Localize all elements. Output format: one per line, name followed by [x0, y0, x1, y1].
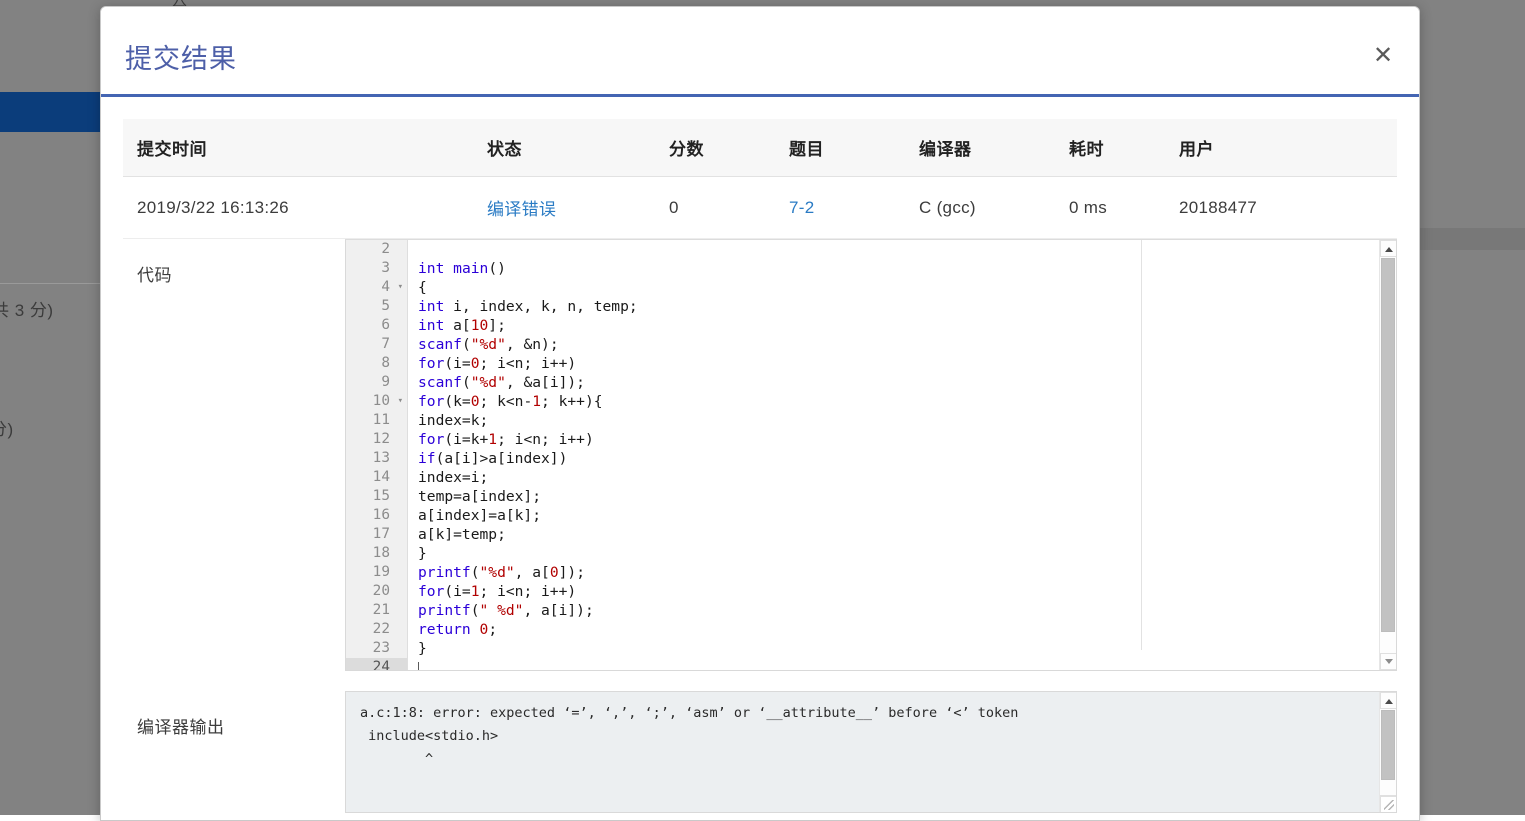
- line-number: 23: [346, 639, 407, 658]
- code-line: scanf("%d", &n);: [418, 335, 1396, 354]
- line-number: 24: [346, 658, 407, 671]
- col-user: 用户: [1165, 119, 1397, 177]
- line-number: 2: [346, 240, 407, 259]
- compiler-output-text: a.c:1:8: error: expected ‘=’, ‘,’, ‘;’, …: [346, 692, 1396, 781]
- code-line: a[k]=temp;: [418, 525, 1396, 544]
- table-row: 2019/3/22 16:13:26 编译错误 0 7-2 C (gcc) 0 …: [123, 177, 1397, 239]
- line-number: 6: [346, 316, 407, 335]
- code-line: for(i=0; i<n; i++): [418, 354, 1396, 373]
- code-line: a[index]=a[k];: [418, 506, 1396, 525]
- line-number: 9: [346, 373, 407, 392]
- cell-time-used: 0 ms: [1055, 177, 1165, 239]
- scroll-down-arrow-icon[interactable]: [1380, 653, 1397, 670]
- code-line: return 0;: [418, 620, 1396, 639]
- code-section-label: 代码: [123, 239, 345, 286]
- code-line: int i, index, k, n, temp;: [418, 297, 1396, 316]
- line-number: 4▾: [346, 278, 407, 297]
- line-number: 8: [346, 354, 407, 373]
- submission-table: 提交时间 状态 分数 题目 编译器 耗时 用户 2019/3/22 16:13:…: [123, 119, 1397, 239]
- section-spacer: [123, 671, 1397, 691]
- close-icon[interactable]: ✕: [1367, 41, 1397, 71]
- code-line: index=i;: [418, 468, 1396, 487]
- line-number: 3: [346, 259, 407, 278]
- code-line: for(i=1; i<n; i++): [418, 582, 1396, 601]
- code-line: }: [418, 544, 1396, 563]
- text-caret: [418, 662, 419, 671]
- line-number: 17: [346, 525, 407, 544]
- fold-toggle-icon[interactable]: ▾: [398, 278, 403, 297]
- code-line: [418, 240, 1396, 259]
- compiler-output-label: 编译器输出: [123, 691, 345, 738]
- code-line: index=k;: [418, 411, 1396, 430]
- code-line: for(i=k+1; i<n; i++): [418, 430, 1396, 449]
- line-number: 20: [346, 582, 407, 601]
- cell-submit-time: 2019/3/22 16:13:26: [123, 177, 473, 239]
- code-line: if(a[i]>a[index]): [418, 449, 1396, 468]
- line-number: 19: [346, 563, 407, 582]
- line-number: 18: [346, 544, 407, 563]
- cell-user: 20188477: [1165, 177, 1397, 239]
- fold-toggle-icon[interactable]: ▾: [398, 392, 403, 411]
- output-scroll-thumb[interactable]: [1381, 710, 1395, 780]
- code-section: 代码 234▾5678910▾1112131415161718192021222…: [123, 239, 1397, 671]
- resize-handle-icon[interactable]: [1380, 796, 1396, 812]
- modal-header: 提交结果 ✕: [101, 7, 1419, 94]
- scroll-up-arrow-icon[interactable]: [1380, 240, 1397, 257]
- table-header-row: 提交时间 状态 分数 题目 编译器 耗时 用户: [123, 119, 1397, 177]
- line-number: 7: [346, 335, 407, 354]
- modal-body: 提交时间 状态 分数 题目 编译器 耗时 用户 2019/3/22 16:13:…: [101, 119, 1419, 813]
- cell-compiler: C (gcc): [905, 177, 1055, 239]
- line-number: 10▾: [346, 392, 407, 411]
- compiler-output-section: 编译器输出 a.c:1:8: error: expected ‘=’, ‘,’,…: [123, 691, 1397, 813]
- line-number: 22: [346, 620, 407, 639]
- backdrop-fragment-score-1: 共 3 分): [0, 296, 54, 321]
- line-number: 12: [346, 430, 407, 449]
- col-status: 状态: [473, 119, 655, 177]
- header-accent-rule: [101, 94, 1419, 97]
- col-time-used: 耗时: [1055, 119, 1165, 177]
- cell-status: 编译错误: [473, 177, 655, 239]
- backdrop-fragment-score-2: 分): [0, 415, 14, 440]
- output-vertical-scrollbar[interactable]: [1379, 692, 1396, 812]
- code-line: scanf("%d", &a[i]);: [418, 373, 1396, 392]
- code-vertical-scrollbar[interactable]: [1379, 240, 1396, 670]
- submission-result-modal: 提交结果 ✕ 提交时间 状态 分数 题目 编译器 耗时 用户: [100, 6, 1420, 821]
- backdrop-nav-band: [0, 92, 100, 132]
- scroll-thumb[interactable]: [1381, 258, 1395, 632]
- print-margin-line: [1141, 240, 1142, 650]
- code-line: printf("%d", a[0]);: [418, 563, 1396, 582]
- col-problem: 题目: [775, 119, 905, 177]
- line-number-gutter: 234▾5678910▾1112131415161718192021222324: [346, 240, 408, 670]
- line-number: 16: [346, 506, 407, 525]
- code-content[interactable]: int main(){int i, index, k, n, temp;int …: [408, 240, 1396, 670]
- col-compiler: 编译器: [905, 119, 1055, 177]
- line-number: 15: [346, 487, 407, 506]
- backdrop-grey-band: [1420, 228, 1525, 250]
- line-number: 21: [346, 601, 407, 620]
- backdrop-divider-1: [0, 283, 100, 284]
- line-number: 11: [346, 411, 407, 430]
- cell-score: 0: [655, 177, 775, 239]
- line-number: 13: [346, 449, 407, 468]
- col-submit-time: 提交时间: [123, 119, 473, 177]
- code-line: printf(" %d", a[i]);: [418, 601, 1396, 620]
- code-line: int a[10];: [418, 316, 1396, 335]
- line-number: 5: [346, 297, 407, 316]
- code-line: }: [418, 639, 1396, 658]
- page-title: 提交结果: [125, 37, 237, 76]
- line-number: 14: [346, 468, 407, 487]
- code-editor[interactable]: 234▾5678910▾1112131415161718192021222324…: [345, 239, 1397, 671]
- col-score: 分数: [655, 119, 775, 177]
- output-scroll-up-arrow-icon[interactable]: [1380, 692, 1397, 709]
- compiler-output-box[interactable]: a.c:1:8: error: expected ‘=’, ‘,’, ‘;’, …: [345, 691, 1397, 813]
- code-line: {: [418, 278, 1396, 297]
- problem-link[interactable]: 7-2: [789, 198, 814, 217]
- status-link[interactable]: 编译错误: [487, 200, 556, 219]
- code-line: int main(): [418, 259, 1396, 278]
- code-line: temp=a[index];: [418, 487, 1396, 506]
- code-line: for(k=0; k<n-1; k++){: [418, 392, 1396, 411]
- cell-problem: 7-2: [775, 177, 905, 239]
- code-line: [418, 658, 1396, 670]
